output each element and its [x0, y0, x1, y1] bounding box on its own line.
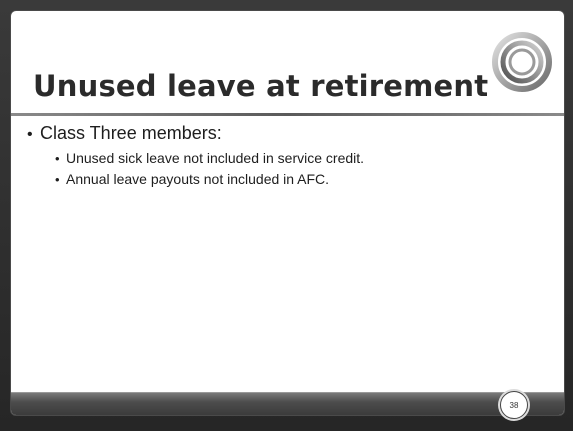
bullet-text: Unused sick leave not included in servic… [66, 150, 365, 166]
bullet-list: • Class Three members: • Unused sick lea… [27, 123, 547, 192]
slide-frame: Unused leave at retirement • Class Three… [0, 0, 573, 431]
slide-title: Unused leave at retirement [33, 69, 489, 103]
slide-panel: Unused leave at retirement • Class Three… [10, 10, 565, 416]
page-number-badge: 38 [500, 391, 528, 419]
bullet-item-level2: • Annual leave payouts not included in A… [55, 171, 547, 187]
bullet-dot: • [27, 126, 33, 143]
footer-bar [11, 392, 564, 415]
bullet-dot: • [55, 172, 60, 187]
bullet-item-level2: • Unused sick leave not included in serv… [55, 150, 547, 166]
title-divider [11, 113, 564, 116]
bullet-text: Class Three members: [40, 123, 222, 143]
bullet-item-level1: • Class Three members: [27, 123, 547, 144]
bullet-text: Annual leave payouts not included in AFC… [66, 171, 330, 187]
page-number: 38 [509, 400, 519, 410]
concentric-rings-icon [492, 32, 552, 92]
bullet-dot: • [55, 151, 60, 166]
